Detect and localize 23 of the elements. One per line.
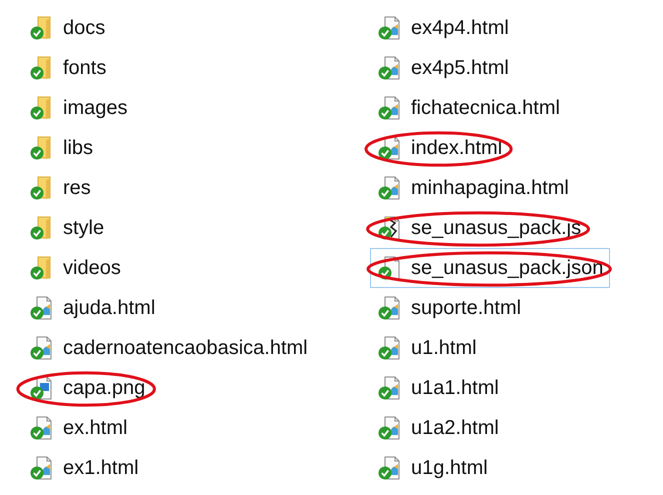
file-item[interactable]: u1a2.html [370, 408, 506, 448]
file-item[interactable]: images [22, 88, 134, 128]
file-item[interactable]: se_unasus_pack.js [370, 208, 588, 248]
file-item[interactable]: suporte.html [370, 288, 528, 328]
file-item[interactable]: ex4p4.html [370, 8, 516, 48]
file-item[interactable]: docs [22, 8, 112, 48]
file-item[interactable]: u1a1.html [370, 368, 506, 408]
file-item[interactable]: ex1.html [22, 448, 146, 488]
file-item[interactable]: cadernoatencaobasica.html [22, 328, 315, 368]
file-item[interactable]: minhapagina.html [370, 168, 576, 208]
file-item[interactable]: videos [22, 248, 128, 288]
file-item[interactable]: capa.png [22, 368, 152, 408]
file-item[interactable]: libs [22, 128, 100, 168]
file-item[interactable]: fichatecnica.html [370, 88, 567, 128]
file-item[interactable]: index.html [370, 128, 510, 168]
file-item[interactable]: fonts [22, 48, 114, 88]
file-item[interactable]: ajuda.html [22, 288, 162, 328]
file-item[interactable]: u1.html [370, 328, 484, 368]
file-item[interactable]: style [22, 208, 112, 248]
file-item[interactable]: u1g.html [370, 448, 495, 488]
file-item[interactable]: ex4p5.html [370, 48, 516, 88]
file-item[interactable]: res [22, 168, 98, 208]
file-item[interactable]: ex.html [22, 408, 134, 448]
